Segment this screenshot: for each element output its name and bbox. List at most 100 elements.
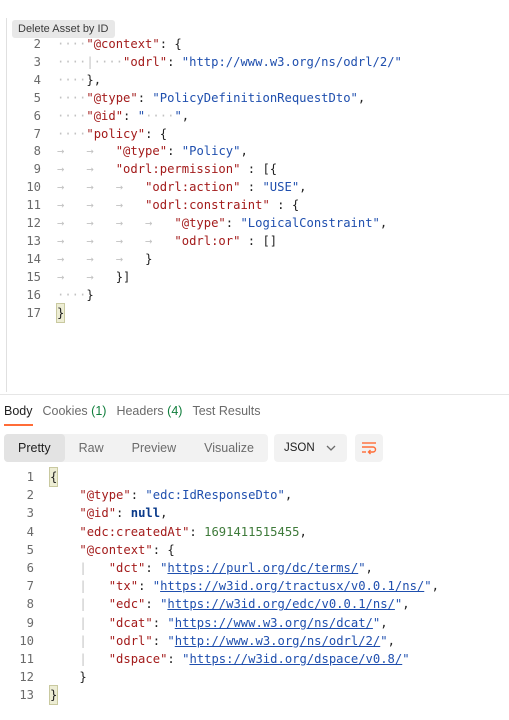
view-mode-group: Pretty Raw Preview Visualize [4,434,268,462]
code-line: 12 → → → → "@type": "LogicalConstraint", [7,214,387,232]
line-number: 9 [26,615,34,630]
tab-cookies[interactable]: Cookies (1) [43,402,107,426]
code-line: 15 → → }] [7,268,130,286]
line-number: 7 [26,579,34,594]
line-number: 4 [33,72,41,87]
code-line: 4 ····}, [7,71,101,89]
code-text: → → "@type": "Policy", [57,144,248,159]
line-number: 10 [26,180,41,195]
code-line: 5 "@context": { [0,541,175,559]
line-number: 7 [33,126,41,141]
code-text: ····|····"odrl": "http://www.w3.org/ns/o… [57,54,402,69]
view-visualize-button[interactable]: Visualize [190,434,268,462]
line-number: 12 [26,216,41,230]
code-line: 12 } [0,668,86,686]
code-text: | "dct": "https://purl.org/dc/terms/", [50,561,373,575]
line-number: 3 [33,54,41,69]
tab-body[interactable]: Body [4,402,33,426]
code-text: "@type": "edc:IdResponseDto", [79,488,293,503]
code-line: 10 | "odrl": "http://www.w3.org/ns/odrl/… [0,632,395,650]
code-line: 6 | "dct": "https://purl.org/dc/terms/", [0,559,373,577]
line-number: 8 [33,144,41,159]
code-text: ····}, [57,72,102,87]
code-line: 7 | "tx": "https://w3id.org/tractusx/v0.… [0,577,439,595]
code-text: "edc:createdAt": 1691411515455, [79,524,307,539]
code-line: 11 | "dspace": "https://w3id.org/dspace/… [0,650,409,668]
code-text: ····"@type": "PolicyDefinitionRequestDto… [57,90,366,105]
wrap-lines-icon [361,442,376,455]
request-body-editor[interactable]: 2 ····"@context": {3 ····|····"odrl": "htt… [6,18,509,392]
line-number: 15 [26,269,41,284]
code-text: ····"policy": { [57,126,168,141]
line-number: 6 [33,108,41,123]
tab-test-results[interactable]: Test Results [192,402,260,426]
format-select-value: JSON [283,442,315,454]
view-raw-button[interactable]: Raw [65,434,118,462]
response-toolbar: Pretty Raw Preview Visualize JSON [4,434,383,462]
code-text: } [55,302,66,323]
line-number: 8 [26,597,34,612]
code-text: → → → "odrl:constraint" : { [57,198,300,213]
code-line: 9 | "dcat": "https://www.w3.org/ns/dcat/… [0,614,388,632]
line-number: 9 [33,162,41,177]
code-line: 2 "@type": "edc:IdResponseDto", [0,486,293,504]
response-tabs: Body Cookies (1) Headers (4) Test Results [4,402,271,426]
code-text: → → "odrl:permission" : [{ [57,162,278,177]
code-line: 5 ····"@type": "PolicyDefinitionRequestDt… [7,89,366,107]
code-text: | "dspace": "https://w3id.org/dspace/v0.… [50,652,410,666]
line-number: 13 [26,233,41,248]
view-pretty-button[interactable]: Pretty [4,434,65,462]
code-line: 1{ [0,467,59,487]
code-line: 13 → → → → "odrl:or" : [] [7,232,277,250]
code-line: 7 ····"policy": { [7,125,167,143]
tab-headers[interactable]: Headers (4) [116,402,182,426]
code-text: → → → "odrl:action" : "USE", [57,180,307,195]
code-text: → → }] [57,269,131,284]
code-line: 8 → → "@type": "Policy", [7,142,248,160]
delete-asset-tooltip: Delete Asset by ID [12,20,115,38]
line-number: 14 [26,251,41,266]
format-select[interactable]: JSON [273,434,347,462]
line-number: 13 [19,688,34,703]
code-line: 16 ····} [7,286,93,304]
code-line: 10 → → → "odrl:action" : "USE", [7,178,306,196]
code-text: ····} [57,287,94,302]
code-text: "@id": null, [79,506,168,521]
code-text: ····"@id": "····", [57,108,190,123]
code-text: → → → → "@type": "LogicalConstraint", [57,216,388,230]
line-number: 11 [19,652,34,666]
code-line: 3 ····|····"odrl": "http://www.w3.org/ns/… [7,53,402,71]
code-text: } [79,670,87,685]
chevron-down-icon [326,445,336,451]
line-number: 16 [26,287,41,302]
code-text: } [48,685,59,706]
code-line: 6 ····"@id": "····", [7,107,189,125]
line-number: 3 [26,506,34,521]
code-line: 17} [7,302,66,323]
code-text: | "tx": "https://w3id.org/tractusx/v0.0.… [50,579,439,594]
code-line: 13} [0,685,59,706]
wrap-lines-button[interactable] [354,434,383,462]
code-text: "@context": { [79,542,175,557]
line-number: 1 [26,470,34,484]
code-line: 9 → → "odrl:permission" : [{ [7,160,277,178]
line-number: 6 [26,561,34,575]
view-preview-button[interactable]: Preview [118,434,190,462]
code-line: 3 "@id": null, [0,504,168,522]
code-line: 4 "edc:createdAt": 1691411515455, [0,523,307,541]
panel-divider[interactable] [0,394,509,395]
line-number: 5 [33,90,41,105]
code-line: 8 | "edc": "https://w3id.org/edc/v0.0.1/… [0,595,410,613]
line-number: 5 [26,542,34,557]
code-text: { [48,467,59,487]
line-number: 4 [26,524,34,539]
response-body-viewer[interactable]: 1{2 "@type": "edc:IdResponseDto", 3 "@id"… [0,464,509,714]
line-number: 11 [26,198,41,213]
code-text: | "odrl": "http://www.w3.org/ns/odrl/2/"… [50,633,395,648]
code-text: → → → } [57,251,153,266]
line-number: 17 [26,305,41,320]
code-text: → → → → "odrl:or" : [] [57,233,278,248]
code-line: 14 → → → } [7,250,152,268]
code-text: | "dcat": "https://www.w3.org/ns/dcat/", [50,615,388,630]
line-number: 2 [26,488,34,503]
